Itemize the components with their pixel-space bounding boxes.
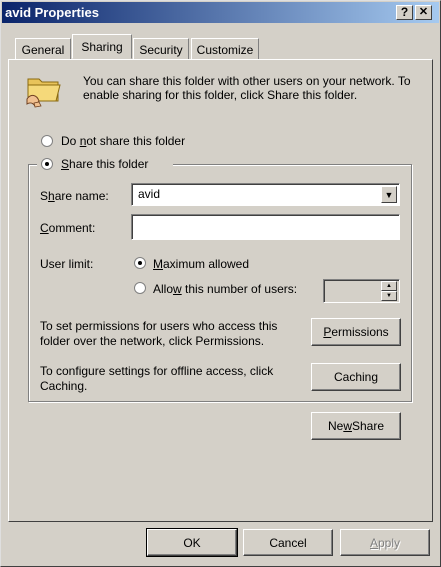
apply-button[interactable]: Apply: [340, 529, 430, 556]
new-share-button[interactable]: Ne w Share: [311, 412, 401, 440]
permissions-button-mnemonic: P: [323, 325, 332, 339]
cancel-button[interactable]: Cancel: [243, 529, 333, 556]
tab-security-label: Security: [139, 42, 183, 57]
share-name-combobox[interactable]: avid ▼: [131, 183, 400, 206]
allow-number-radio[interactable]: [134, 282, 146, 294]
window-title: avid Properties: [5, 5, 99, 20]
shared-folder-icon: [26, 78, 61, 108]
tab-customize-label: Customize: [196, 42, 254, 57]
share-this-folder-radio[interactable]: [41, 158, 53, 170]
do-not-share-label[interactable]: Do not share this folder: [61, 134, 185, 148]
caching-text: To configure settings for offline access…: [40, 364, 274, 393]
chevron-down-icon: ▼: [386, 293, 392, 299]
user-count-spinner[interactable]: ▲ ▼: [323, 279, 400, 303]
ok-button[interactable]: OK: [146, 528, 238, 557]
user-limit-label: User limit:: [40, 257, 94, 271]
comment-field[interactable]: [131, 214, 400, 240]
permissions-button-label: ermissions: [331, 325, 389, 339]
share-name-value: avid: [138, 187, 161, 201]
ok-button-label: OK: [183, 535, 201, 550]
help-button[interactable]: ?: [396, 5, 413, 20]
spin-down-button[interactable]: ▼: [381, 291, 397, 301]
caching-button[interactable]: Caching: [311, 363, 401, 391]
tab-sharing-label: Sharing: [81, 39, 123, 54]
caching-button-label: Caching: [333, 370, 379, 384]
cancel-button-label: Cancel: [269, 535, 307, 550]
allow-number-label[interactable]: Allow this number of users:: [153, 282, 297, 296]
comment-label: Comment:: [40, 221, 96, 235]
tab-general[interactable]: General: [15, 38, 71, 60]
tab-sharing[interactable]: Sharing: [72, 34, 132, 59]
share-this-folder-label[interactable]: Share this folder: [61, 157, 148, 171]
maximum-allowed-label[interactable]: Maximum allowed: [153, 257, 249, 271]
share-name-label: Share name:: [40, 189, 109, 203]
chevron-down-icon: ▼: [384, 189, 394, 200]
properties-dialog: avid Properties ? ✕ General Sharing Secu…: [0, 0, 441, 567]
close-button[interactable]: ✕: [415, 5, 432, 20]
permissions-button[interactable]: Permissions: [311, 318, 401, 346]
do-not-share-radio[interactable]: [41, 135, 53, 147]
sharing-intro-text: You can share this folder with other use…: [83, 74, 411, 102]
spin-up-button[interactable]: ▲: [381, 281, 397, 291]
tab-security[interactable]: Security: [133, 38, 189, 60]
tab-customize[interactable]: Customize: [191, 38, 259, 60]
share-name-dropdown-button[interactable]: ▼: [381, 186, 397, 203]
title-bar[interactable]: avid Properties ? ✕: [2, 2, 439, 23]
chevron-up-icon: ▲: [386, 283, 392, 289]
tab-general-label: General: [21, 42, 65, 57]
permissions-text: To set permissions for users who access …: [40, 319, 278, 348]
maximum-allowed-radio[interactable]: [134, 257, 146, 269]
